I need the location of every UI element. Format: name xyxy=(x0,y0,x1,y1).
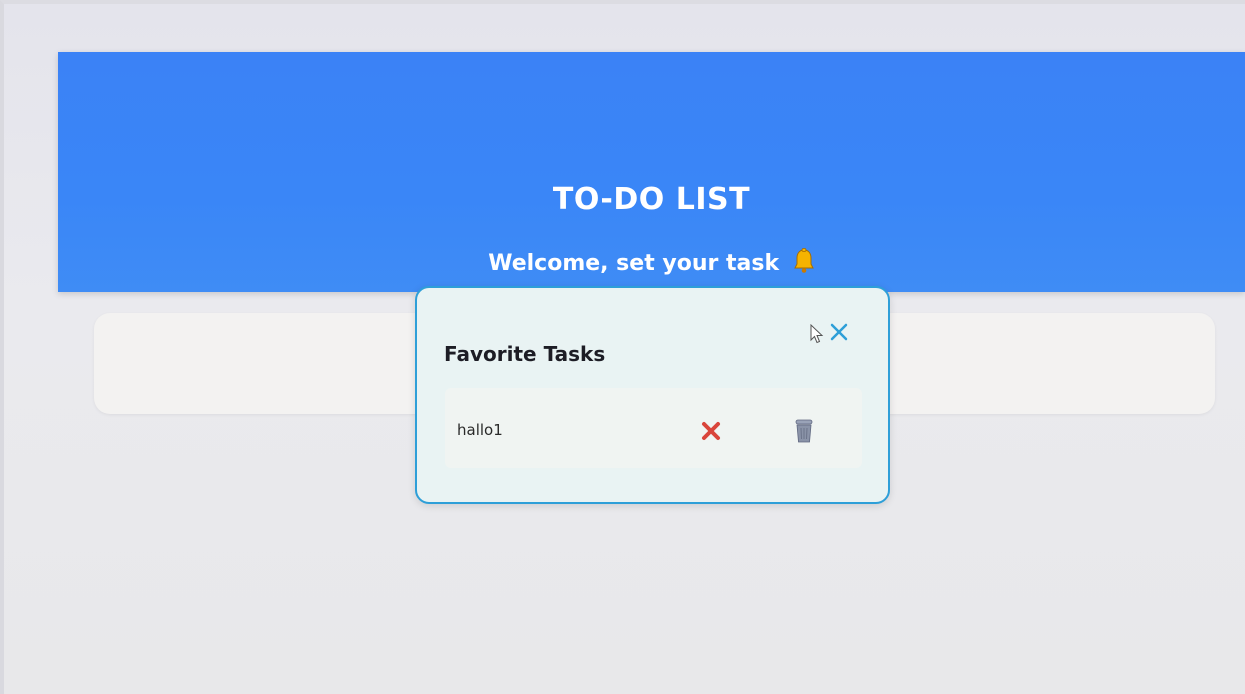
trash-icon xyxy=(795,419,813,443)
welcome-text: Welcome, set your task xyxy=(488,251,780,276)
remove-favorite-button[interactable] xyxy=(700,420,722,442)
delete-task-button[interactable] xyxy=(793,418,815,444)
modal-title: Favorite Tasks xyxy=(444,342,606,366)
close-icon xyxy=(830,323,848,341)
mouse-pointer-icon xyxy=(810,323,824,344)
favorite-tasks-modal: Favorite Tasks hallo1 xyxy=(415,286,890,504)
x-mark-icon xyxy=(702,422,720,440)
favorite-task-row: hallo1 xyxy=(445,388,862,468)
page-title: TO-DO LIST xyxy=(552,182,751,217)
task-text: hallo1 xyxy=(457,421,503,439)
app-header: TO-DO LIST Welcome, set your task xyxy=(58,52,1245,292)
close-modal-button[interactable] xyxy=(828,321,850,343)
welcome-subtitle: Welcome, set your task xyxy=(58,248,1245,279)
bell-icon xyxy=(793,248,815,274)
